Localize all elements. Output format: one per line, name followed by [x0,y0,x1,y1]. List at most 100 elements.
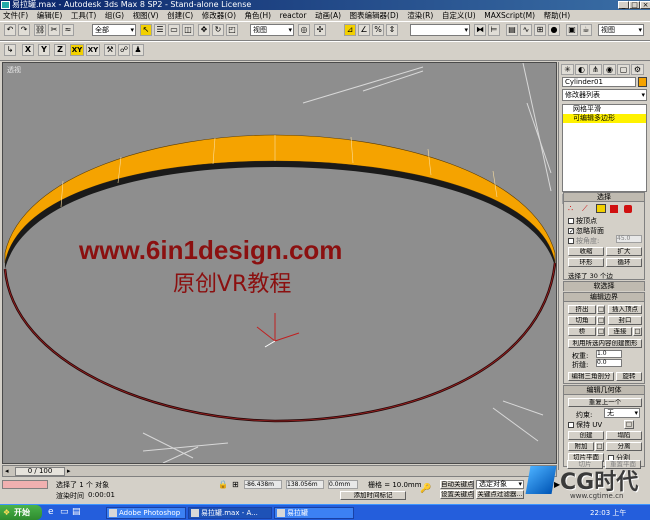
hierarchy-tab-icon[interactable]: ⋔ [589,64,602,75]
attach-button[interactable]: 附加 [568,442,594,451]
menu-rendering[interactable]: 渲染(R) [404,10,436,21]
utilities-tab-icon[interactable]: ⚙ [631,64,644,75]
connect-button[interactable]: 连接 [608,327,632,336]
menu-maxscript[interactable]: MAXScript(M) [481,10,538,21]
curve-editor-icon[interactable]: ∿ [520,24,532,36]
start-button[interactable]: 开始 [0,505,42,520]
stack-item-editable-poly[interactable]: 可编辑多边形 [563,114,646,123]
edge-subobject-icon[interactable]: ⟋ [582,204,588,214]
loop-button[interactable]: 循环 [606,258,642,267]
edit-borders-header[interactable]: 编辑边界 [564,293,644,302]
stack-item-meshsmooth[interactable]: 网格平滑 [563,105,646,114]
axis-z-button[interactable]: Z [54,44,66,56]
z-coordinate-field[interactable]: 0.0mm [328,480,358,489]
named-selection-dropdown[interactable] [410,24,470,36]
slider-left-arrow-icon[interactable]: ◂ [5,467,13,475]
window-crossing-icon[interactable]: ◫ [182,24,194,36]
auto-key-button[interactable]: 自动关键点 [440,480,474,489]
soft-selection-header[interactable]: 软选择 [564,282,644,291]
by-vertex-checkbox[interactable]: 按顶点 [568,216,597,226]
object-name-field[interactable]: Cylinder01 [562,77,636,87]
edit-triangulation-button[interactable]: 编辑三角剖分 [568,372,614,381]
pivot-icon[interactable]: ◎ [298,24,310,36]
create-shape-button[interactable]: 利用所选内容创建图形 [568,339,642,348]
task-folder[interactable]: 易拉罐 [274,507,354,519]
object-color-swatch[interactable] [638,77,647,87]
viewport-label[interactable]: 透视 [7,65,21,75]
axis-constraint-icon[interactable]: ↳ [4,44,16,56]
key-filters-button[interactable]: 关键点过滤器... [476,490,524,499]
menu-graph-editors[interactable]: 图表编辑器(D) [347,10,402,21]
edit-geometry-header[interactable]: 编辑几何体 [564,386,644,395]
material-editor-icon[interactable]: ● [548,24,560,36]
chamfer-button[interactable]: 切角 [568,316,596,325]
render-scene-icon[interactable]: ▣ [566,24,578,36]
absolute-mode-icon[interactable]: ⊞ [232,480,239,489]
bind-space-warp-icon[interactable]: ≈ [62,24,74,36]
border-subobject-icon[interactable] [596,204,606,213]
ik-icon[interactable]: ⚒ [104,44,116,56]
percent-snap-icon[interactable]: % [372,24,384,36]
add-time-tag-button[interactable]: 添加时间标记 [340,491,406,500]
menu-edit[interactable]: 编辑(E) [34,10,66,21]
x-coordinate-field[interactable]: -86.438m [244,480,282,489]
menu-create[interactable]: 创建(C) [164,10,196,21]
shrink-button[interactable]: 收缩 [568,247,604,256]
extrude-settings-button[interactable]: □ [597,305,605,314]
weight-spinner[interactable]: 1.0 [596,350,622,358]
menu-modifiers[interactable]: 修改器(O) [199,10,239,21]
task-3dsmax[interactable]: 易拉罐.max - A... [188,507,272,519]
motion-tab-icon[interactable]: ◉ [603,64,616,75]
grow-button[interactable]: 扩大 [606,247,642,256]
chamfer-settings-button[interactable]: □ [597,316,605,325]
modify-tab-icon[interactable]: ◐ [575,64,588,75]
maximize-button[interactable]: □ [629,1,640,9]
ring-button[interactable]: 环形 [568,258,604,267]
time-slider[interactable]: ◂ 0 / 100 ▸ [2,465,557,477]
y-coordinate-field[interactable]: 138.056m [286,480,324,489]
cap-button[interactable]: 封口 [608,316,642,325]
attach-settings-button[interactable]: □ [595,442,604,451]
folder-icon[interactable]: ▤ [72,507,81,517]
ignore-backfacing-checkbox[interactable]: ✓ 忽略背面 [568,226,604,236]
lock-selection-icon[interactable]: 🔒 [218,480,228,489]
maxscript-listener-field[interactable] [2,480,48,489]
extrude-button[interactable]: 挤出 [568,305,596,314]
bridge-settings-button[interactable]: □ [597,327,605,336]
bridge-button[interactable]: 桥 [568,327,596,336]
menu-character[interactable]: 角色(H) [242,10,275,21]
ie-icon[interactable]: e [48,507,54,517]
menu-reactor[interactable]: reactor [277,10,310,21]
menu-animation[interactable]: 动画(A) [312,10,344,21]
polygon-subobject-icon[interactable] [610,205,618,213]
spinner-snap-icon[interactable]: ⇕ [386,24,398,36]
axis-x-button[interactable]: X [22,44,34,56]
menu-file[interactable]: 文件(F) [0,10,31,21]
render-view-dropdown[interactable]: 视图 [598,24,644,36]
axis-xy-button[interactable]: XY [70,44,84,56]
detach-button[interactable]: 分离 [606,442,642,451]
collapse-button[interactable]: 塌陷 [606,431,642,440]
select-by-name-icon[interactable]: ☰ [154,24,166,36]
bone-tools-icon[interactable]: ☍ [118,44,130,56]
rotate-icon[interactable]: ↻ [212,24,224,36]
repeat-last-button[interactable]: 重复上一个 [568,398,642,407]
menu-customize[interactable]: 自定义(U) [439,10,479,21]
axis-y-button[interactable]: Y [38,44,50,56]
angle-spinner[interactable]: 45.0 [616,235,642,243]
snap-toggle-icon[interactable]: ⊿ [344,24,356,36]
menu-views[interactable]: 视图(V) [130,10,162,21]
select-link-icon[interactable]: ⛓ [34,24,46,36]
set-key-button[interactable]: 设置关键点 [440,490,474,499]
connect-settings-button[interactable]: □ [633,327,642,336]
create-tab-icon[interactable]: ✳ [561,64,574,75]
crease-spinner[interactable]: 0.0 [596,359,622,367]
menu-group[interactable]: 组(G) [102,10,127,21]
select-manipulate-icon[interactable]: ✣ [314,24,326,36]
axis-xy-cycle-button[interactable]: XY [86,44,100,56]
unlink-icon[interactable]: ✂ [48,24,60,36]
key-icon[interactable]: 🔑 [420,484,431,494]
task-photoshop[interactable]: Adobe Photoshop [106,507,186,519]
vertex-subobject-icon[interactable]: ∴ [568,204,573,213]
display-tab-icon[interactable]: ▢ [617,64,630,75]
